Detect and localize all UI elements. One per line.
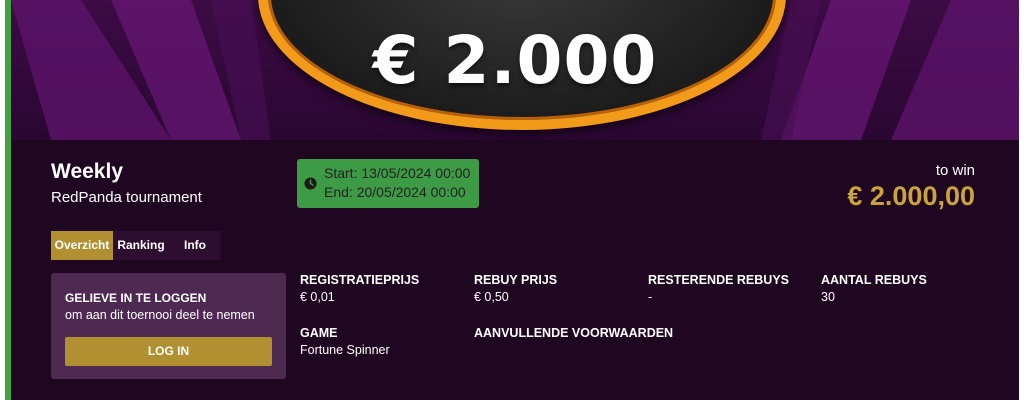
- tournament-banner: € 2.000: [11, 0, 1019, 140]
- towin-label: to win: [935, 162, 975, 179]
- login-message: om aan dit toernooi deel te nemen: [65, 308, 255, 322]
- login-button[interactable]: LOG IN: [65, 337, 272, 366]
- game-label: GAME: [300, 326, 338, 340]
- rebuy-count-label: AANTAL REBUYS: [821, 273, 927, 287]
- clock-icon: [304, 177, 317, 190]
- rebuy-price-value: € 0,50: [474, 290, 509, 304]
- remaining-rebuys-label: RESTERENDE REBUYS: [648, 273, 789, 287]
- additional-conditions-label: AANVULLENDE VOORWAARDEN: [474, 326, 674, 340]
- towin-value: € 2.000,00: [847, 181, 975, 211]
- end-date: End: 20/05/2024 00:00: [324, 184, 466, 200]
- rebuy-price-label: REBUY PRIJS: [474, 273, 558, 287]
- start-date: Start: 13/05/2024 00:00: [324, 165, 471, 181]
- tab-overzicht[interactable]: Overzicht: [51, 231, 113, 260]
- tournament-dates: Start: 13/05/2024 00:00 End: 20/05/2024 …: [297, 159, 479, 208]
- login-title: GELIEVE IN TE LOGGEN: [65, 291, 207, 305]
- login-prompt: GELIEVE IN TE LOGGEN om aan dit toernooi…: [51, 273, 286, 379]
- registration-price-value: € 0,01: [300, 290, 335, 304]
- tournament-tabs: Overzicht Ranking Info: [51, 231, 221, 260]
- remaining-rebuys-value: -: [648, 290, 653, 304]
- tournament-subtitle: RedPanda tournament: [51, 189, 202, 206]
- banner-prize-text: € 2.000: [372, 22, 658, 99]
- game-value: Fortune Spinner: [300, 343, 390, 357]
- tab-info[interactable]: Info: [169, 231, 221, 260]
- registration-price-label: REGISTRATIEPRIJS: [300, 273, 420, 287]
- rebuy-count-value: 30: [821, 290, 835, 304]
- tournament-card: € 2.000 Weekly RedPanda tournament Start…: [5, 0, 1019, 400]
- tab-ranking[interactable]: Ranking: [113, 231, 169, 260]
- tournament-title: Weekly: [51, 160, 123, 183]
